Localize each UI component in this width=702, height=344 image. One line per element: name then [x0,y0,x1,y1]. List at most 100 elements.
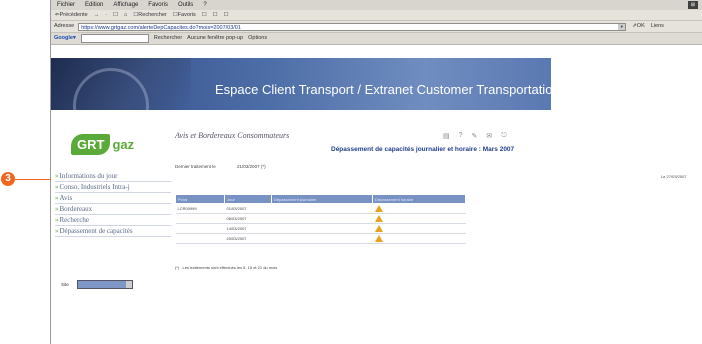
table-row: LCR00999 01/03/2007 [175,203,466,214]
sidebar-item-label: Avis [59,194,73,202]
page-actions: ▤ ? ✎ ✉ ⎋ [443,132,507,140]
google-search-button[interactable]: Rechercher [154,33,182,44]
depassement-table: Point Jour Dépassement journalier Dépass… [175,194,466,244]
warning-icon[interactable] [374,224,383,232]
cell-journalier [271,203,373,214]
google-logo[interactable]: Google▾ [54,33,76,44]
logo-gaz: gaz [112,137,135,152]
cell-horaire [372,233,466,244]
chevron-right-icon: » [55,216,59,224]
site-selector: Site [61,280,133,289]
column-header-journalier: Dépassement journalier [271,194,373,204]
popup-blocker-button[interactable]: Aucune fenêtre pop-up [187,33,243,44]
column-header-jour: Jour [224,194,272,204]
table-row: 06/03/2007 [175,213,466,224]
refresh-button[interactable]: ☐ [113,10,118,20]
footnote: (*) : Les traitements sont effectués les… [175,265,278,270]
home-button[interactable]: ⌂ [124,10,127,20]
last-processing: Dernier traitement le 21/03/2007 (*) [175,164,266,169]
print-icon[interactable]: ▤ [443,132,450,140]
print-button[interactable]: ☐ [224,10,229,20]
chevron-right-icon: » [55,205,59,213]
menu-affichage[interactable]: Affichage [113,0,138,10]
search-button[interactable]: ☐Rechercher [133,10,166,20]
warning-icon[interactable] [374,234,383,242]
sidebar-nav: »Informations du jour »Conso. Industriel… [55,171,171,237]
favorites-button[interactable]: ☐Favoris [173,10,196,20]
page-content: Espace Client Transport / Extranet Custo… [51,46,702,344]
site-banner: Espace Client Transport / Extranet Custo… [51,58,551,110]
site-select[interactable] [76,280,133,289]
chevron-down-icon[interactable]: ▼ [618,23,626,30]
callout-number-badge: 3 [1,172,15,186]
menu-favoris[interactable]: Favoris [148,0,168,10]
logout-icon[interactable]: ⎋ [501,132,507,140]
sidebar-item-conso[interactable]: »Conso. Industriels Intra-j [55,182,171,193]
history-button[interactable]: ☐ [202,10,207,20]
cell-journalier [271,223,373,234]
cell-point [175,213,225,224]
table-row: 14/03/2007 [175,223,466,234]
google-toolbar: Google▾ Rechercher Aucune fenêtre pop-up… [51,33,702,45]
sidebar-item-depassement[interactable]: »Dépassement de capacités [55,226,171,237]
section-subtitle: Avis et Bordereaux Consommateurs [175,131,290,140]
sidebar-item-label: Recherche [59,216,90,224]
menu-edition[interactable]: Edition [85,0,103,10]
cell-jour[interactable]: 14/03/2007 [224,223,272,234]
cell-jour[interactable]: 20/03/2007 [224,233,272,244]
page-title: Dépassement de capacités journalier et h… [331,146,515,153]
help-icon[interactable]: ? [459,132,463,140]
email-icon[interactable]: ✉ [486,132,492,140]
mail-button[interactable]: ☐ [213,10,218,20]
address-bar: Adresse https://www.grtgaz.com/alerteDep… [51,21,702,33]
address-input[interactable]: https://www.grtgaz.com/alerteDepCapacite… [78,22,627,31]
cell-point: LCR00999 [175,203,225,214]
sidebar-item-recherche[interactable]: »Recherche [55,215,171,226]
cell-jour[interactable]: 01/03/2007 [224,203,272,214]
links-button[interactable]: Liens [651,21,664,32]
chevron-right-icon: » [55,183,59,191]
sidebar-item-bordereaux[interactable]: »Bordereaux [55,204,171,215]
chevron-down-icon[interactable] [125,281,132,288]
sidebar-item-label: Dépassement de capacités [59,227,133,235]
sidebar-item-avis[interactable]: »Avis [55,193,171,204]
table-header: Point Jour Dépassement journalier Dépass… [175,194,466,204]
go-button[interactable]: ⇗OK [632,21,645,32]
cell-jour[interactable]: 06/03/2007 [224,213,272,224]
menu-help[interactable]: ? [203,0,206,10]
sidebar-item-label: Bordereaux [59,205,93,213]
grtgaz-logo: GRT gaz [71,134,134,155]
chevron-right-icon: » [55,227,59,235]
sidebar-item-label: Conso. Industriels Intra-j [59,183,130,191]
menu-outils[interactable]: Outils [178,0,193,10]
banner-title: Espace Client Transport / Extranet Custo… [215,82,551,97]
warning-icon[interactable] [374,214,383,222]
address-label: Adresse [54,23,75,29]
google-search-input[interactable] [80,34,149,43]
browser-window: Fichier Edition Affichage Favoris Outils… [50,0,702,344]
google-options-button[interactable]: Options [248,33,267,44]
address-value: https://www.grtgaz.com/alerteDepCapacite… [81,24,241,31]
sidebar-item-informations[interactable]: »Informations du jour [55,171,171,182]
cell-journalier [271,213,373,224]
cell-point [175,233,225,244]
sidebar-item-label: Informations du jour [59,172,118,180]
callout-pointer-line [15,179,51,180]
cell-horaire [372,223,466,234]
site-label: Site [61,282,69,287]
last-processing-label: Dernier traitement le [175,164,216,169]
warning-icon[interactable] [374,204,383,212]
edit-icon[interactable]: ✎ [472,132,478,140]
chevron-right-icon: » [55,194,59,202]
cell-journalier [271,233,373,244]
column-header-point: Point [175,194,225,204]
back-button[interactable]: ⇐Précédente [55,10,88,20]
menu-fichier[interactable]: Fichier [57,0,75,10]
windows-logo-icon: ⊞ [688,1,698,9]
stop-button[interactable]: · [105,10,107,20]
current-date: Le 27/03/2007 [661,174,687,179]
menu-bar: Fichier Edition Affichage Favoris Outils… [51,0,702,10]
column-header-horaire: Dépassement horaire [372,194,466,204]
table-row: 20/03/2007 [175,233,466,244]
forward-button[interactable]: → [94,10,100,20]
